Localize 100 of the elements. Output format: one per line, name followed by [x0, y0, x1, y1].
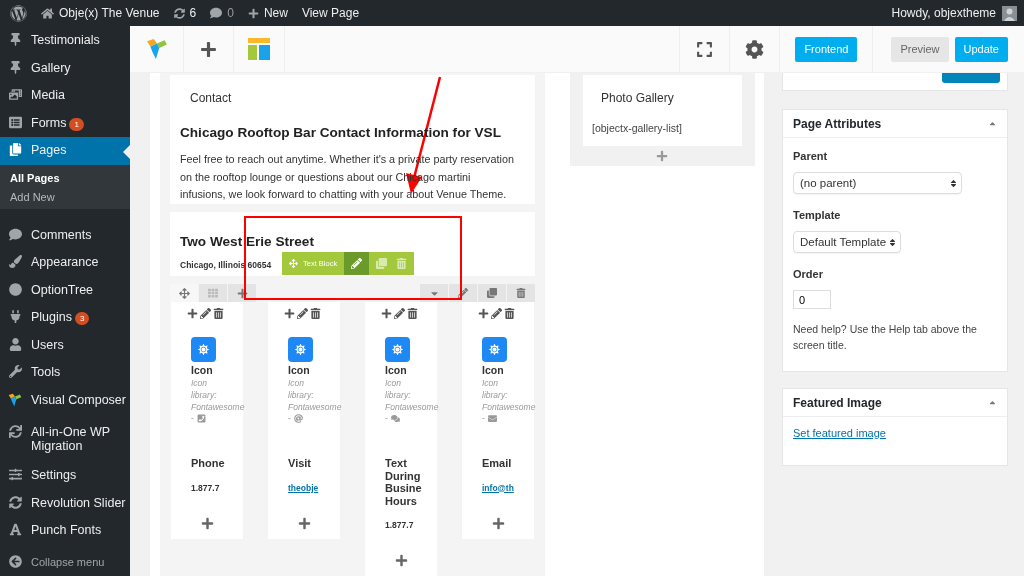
sun-icon [385, 337, 410, 362]
plug-icon [8, 310, 22, 323]
view-page-link[interactable]: View Page [301, 6, 360, 20]
delete-row-button[interactable] [507, 284, 535, 302]
toggle-icon[interactable] [988, 119, 997, 128]
clone-row-button[interactable] [478, 284, 506, 302]
dash-text: - [385, 413, 388, 423]
submenu-item[interactable]: Add New [0, 190, 55, 203]
value-link[interactable]: theobje [288, 482, 319, 493]
trash-icon [516, 288, 526, 298]
menu-item[interactable]: Comments [0, 221, 130, 249]
delete-icon[interactable] [407, 307, 418, 319]
city-text: Chicago, Illinois 60654 [180, 259, 272, 270]
menu-item[interactable]: OptionTree [0, 276, 130, 304]
media-icon [8, 88, 22, 101]
set-featured-image-link[interactable]: Set featured image [793, 427, 886, 439]
menu-item[interactable]: Forms 1 [0, 109, 130, 137]
delete-icon[interactable] [310, 307, 321, 319]
add-icon[interactable] [381, 307, 392, 319]
order-input[interactable]: 0 [793, 290, 831, 309]
add-button[interactable] [492, 516, 506, 531]
brush-icon [8, 255, 22, 268]
add-column-button[interactable] [228, 284, 256, 302]
sort-icon [888, 237, 897, 247]
add-button[interactable] [201, 516, 215, 531]
pencil-icon [351, 257, 363, 269]
value-text: 1.877.7 [191, 482, 220, 493]
updates-count: 6 [189, 6, 197, 20]
element-title: Icon [191, 364, 213, 376]
menu-item[interactable]: Media [0, 82, 130, 110]
edit-button[interactable] [344, 251, 370, 275]
menu-item[interactable]: Punch Fonts [0, 517, 130, 545]
delete-icon[interactable] [213, 307, 224, 319]
box-title: Page Attributes [793, 116, 882, 131]
preview-button[interactable]: Preview [891, 36, 949, 62]
chat-icon [390, 413, 400, 423]
site-link[interactable]: Obje(x) The Venue [59, 6, 160, 20]
gallery-label: Photo Gallery [601, 91, 674, 105]
help-text: Need help? Use the Help tab above the screen title. [793, 322, 978, 353]
element-title: Icon [482, 364, 504, 376]
value-link[interactable]: info@th [482, 482, 514, 493]
delete-icon[interactable] [504, 307, 515, 319]
wordpress-icon[interactable] [10, 4, 27, 22]
add-button[interactable] [395, 554, 409, 568]
edit-icon[interactable] [394, 307, 405, 319]
comment-icon[interactable] [210, 7, 223, 19]
box-title: Featured Image [793, 395, 882, 410]
plus-icon [298, 516, 311, 530]
parent-select[interactable]: (no parent) [793, 172, 962, 194]
add-icon[interactable] [284, 307, 295, 319]
toggle-icon[interactable] [988, 398, 997, 407]
menu-item[interactable]: Users [0, 331, 130, 359]
element-title: Icon [385, 364, 407, 376]
edit-icon[interactable] [200, 307, 211, 319]
element-description: Icon library: Fontawesome [482, 377, 536, 413]
add-icon[interactable] [478, 307, 489, 319]
menu-item[interactable]: Settings [0, 462, 130, 490]
element-title: Icon [288, 364, 310, 376]
menu-item[interactable]: Visual Composer [0, 386, 130, 414]
pencil-icon [458, 288, 468, 298]
menu-item[interactable]: Revolution Slider [0, 489, 130, 517]
new-link[interactable]: New [263, 6, 288, 20]
settings-icon[interactable] [745, 39, 765, 59]
menu-item[interactable]: Gallery [0, 54, 130, 82]
menu-item[interactable]: Pages [0, 137, 130, 165]
field-label: Parent [793, 150, 828, 162]
avatar-icon[interactable] [1002, 5, 1017, 21]
edit-icon[interactable] [491, 307, 502, 319]
add-element-icon[interactable] [200, 40, 217, 58]
submenu-item[interactable]: All Pages [0, 171, 60, 184]
menu-item[interactable]: Appearance [0, 249, 130, 277]
menu-item[interactable]: Plugins 3 [0, 304, 130, 332]
column-heading: Visit [288, 457, 313, 470]
fullscreen-icon[interactable] [696, 40, 714, 58]
copy-icon [376, 257, 388, 269]
sync-icon [8, 425, 22, 438]
greeting-link[interactable]: Howdy, objextheme [891, 6, 996, 20]
updates-icon[interactable] [173, 7, 185, 19]
edit-icon[interactable] [297, 307, 308, 319]
phone-icon [196, 413, 206, 423]
templates-icon[interactable] [248, 38, 270, 60]
shortcode-text: [objectx-gallery-list] [592, 122, 682, 134]
template-select[interactable]: Default Template [793, 231, 901, 253]
sun-icon [288, 337, 313, 362]
at-sign-icon [293, 413, 303, 423]
add-icon[interactable] [187, 307, 198, 319]
plus-icon [201, 516, 214, 530]
envelope-icon [487, 413, 497, 423]
comment-icon [8, 227, 22, 241]
move-icon [178, 287, 190, 299]
pin-icon [8, 33, 22, 46]
logo-icon [145, 38, 168, 60]
menu-item[interactable]: All-in-One WP Migration [0, 420, 130, 456]
collapse-menu-button[interactable]: Collapse menu [0, 548, 130, 576]
menu-item[interactable]: Tools [0, 359, 130, 387]
menu-item[interactable]: Testimonials [0, 27, 130, 55]
count-badge: 1 [69, 117, 84, 131]
plus-icon [247, 7, 259, 19]
add-button[interactable] [298, 516, 312, 531]
logo-icon [8, 392, 22, 407]
